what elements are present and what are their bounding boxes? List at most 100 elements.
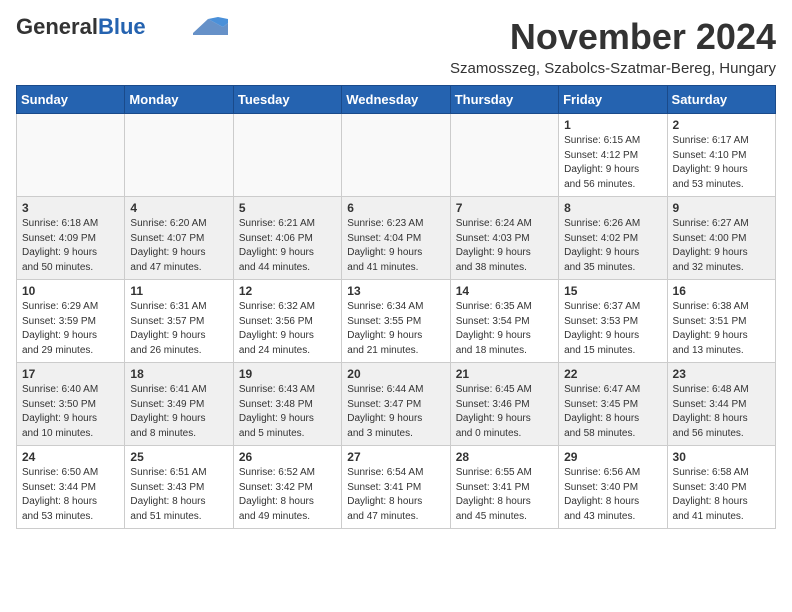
day-number: 14 — [456, 284, 553, 298]
day-number: 25 — [130, 450, 227, 464]
day-number: 29 — [564, 450, 661, 464]
day-info: Sunrise: 6:23 AM Sunset: 4:04 PM Dayligh… — [347, 217, 444, 275]
day-info: Sunrise: 6:26 AM Sunset: 4:02 PM Dayligh… — [564, 217, 661, 275]
day-info: Sunrise: 6:40 AM Sunset: 3:50 PM Dayligh… — [22, 383, 119, 441]
calendar-cell: 19 Sunrise: 6:43 AM Sunset: 3:48 PM Dayli… — [233, 363, 341, 446]
weekday-tuesday: Tuesday — [233, 86, 341, 114]
calendar-cell: 23 Sunrise: 6:48 AM Sunset: 3:44 PM Dayli… — [667, 363, 775, 446]
day-info: Sunrise: 6:18 AM Sunset: 4:09 PM Dayligh… — [22, 217, 119, 275]
calendar-cell: 13Sunrise: 6:34 AM Sunset: 3:55 PM Dayli… — [342, 280, 450, 363]
day-info: Sunrise: 6:38 AM Sunset: 3:51 PM Dayligh… — [673, 300, 770, 358]
day-info: Sunrise: 6:32 AM Sunset: 3:56 PM Dayligh… — [239, 300, 336, 358]
calendar-cell — [125, 114, 233, 197]
day-info: Sunrise: 6:55 AM Sunset: 3:41 PM Dayligh… — [456, 466, 553, 524]
day-number: 12 — [239, 284, 336, 298]
day-number: 1 — [564, 118, 661, 132]
calendar-cell: 12 Sunrise: 6:32 AM Sunset: 3:56 PM Dayli… — [233, 280, 341, 363]
week-row-1: 1 Sunrise: 6:15 AM Sunset: 4:12 PM Daylig… — [17, 114, 776, 197]
week-row-2: 3 Sunrise: 6:18 AM Sunset: 4:09 PM Daylig… — [17, 197, 776, 280]
calendar-cell — [17, 114, 125, 197]
day-info: Sunrise: 6:51 AM Sunset: 3:43 PM Dayligh… — [130, 466, 227, 524]
day-info: Sunrise: 6:45 AM Sunset: 3:46 PM Dayligh… — [456, 383, 553, 441]
logo-icon — [188, 17, 228, 35]
day-number: 24 — [22, 450, 119, 464]
day-info: Sunrise: 6:24 AM Sunset: 4:03 PM Dayligh… — [456, 217, 553, 275]
calendar-cell: 22Sunrise: 6:47 AM Sunset: 3:45 PM Dayli… — [559, 363, 667, 446]
calendar-cell: 11Sunrise: 6:31 AM Sunset: 3:57 PM Dayli… — [125, 280, 233, 363]
day-number: 22 — [564, 367, 661, 381]
day-info: Sunrise: 6:20 AM Sunset: 4:07 PM Dayligh… — [130, 217, 227, 275]
weekday-wednesday: Wednesday — [342, 86, 450, 114]
month-title: November 2024 — [450, 16, 776, 58]
logo-blue: Blue — [98, 14, 146, 39]
day-number: 28 — [456, 450, 553, 464]
weekday-monday: Monday — [125, 86, 233, 114]
day-number: 26 — [239, 450, 336, 464]
day-number: 3 — [22, 201, 119, 215]
logo: GeneralBlue — [16, 16, 228, 38]
day-number: 2 — [673, 118, 770, 132]
calendar-cell: 24 Sunrise: 6:50 AM Sunset: 3:44 PM Dayli… — [17, 446, 125, 529]
calendar-cell: 9Sunrise: 6:27 AM Sunset: 4:00 PM Daylig… — [667, 197, 775, 280]
calendar-cell: 28 Sunrise: 6:55 AM Sunset: 3:41 PM Dayli… — [450, 446, 558, 529]
day-info: Sunrise: 6:43 AM Sunset: 3:48 PM Dayligh… — [239, 383, 336, 441]
day-number: 23 — [673, 367, 770, 381]
day-info: Sunrise: 6:29 AM Sunset: 3:59 PM Dayligh… — [22, 300, 119, 358]
day-info: Sunrise: 6:21 AM Sunset: 4:06 PM Dayligh… — [239, 217, 336, 275]
weekday-header-row: SundayMondayTuesdayWednesdayThursdayFrid… — [17, 86, 776, 114]
day-number: 15 — [564, 284, 661, 298]
page-header: GeneralBlue November 2024 Szamosszeg, Sz… — [16, 16, 776, 77]
day-info: Sunrise: 6:34 AM Sunset: 3:55 PM Dayligh… — [347, 300, 444, 358]
day-info: Sunrise: 6:15 AM Sunset: 4:12 PM Dayligh… — [564, 134, 661, 192]
calendar-cell: 1 Sunrise: 6:15 AM Sunset: 4:12 PM Daylig… — [559, 114, 667, 197]
calendar-cell: 21 Sunrise: 6:45 AM Sunset: 3:46 PM Dayli… — [450, 363, 558, 446]
day-info: Sunrise: 6:48 AM Sunset: 3:44 PM Dayligh… — [673, 383, 770, 441]
calendar-cell: 5 Sunrise: 6:21 AM Sunset: 4:06 PM Daylig… — [233, 197, 341, 280]
calendar-cell: 2 Sunrise: 6:17 AM Sunset: 4:10 PM Daylig… — [667, 114, 775, 197]
day-info: Sunrise: 6:50 AM Sunset: 3:44 PM Dayligh… — [22, 466, 119, 524]
calendar-cell: 29 Sunrise: 6:56 AM Sunset: 3:40 PM Dayli… — [559, 446, 667, 529]
calendar: SundayMondayTuesdayWednesdayThursdayFrid… — [16, 85, 776, 529]
day-number: 7 — [456, 201, 553, 215]
day-number: 21 — [456, 367, 553, 381]
calendar-cell: 17 Sunrise: 6:40 AM Sunset: 3:50 PM Dayli… — [17, 363, 125, 446]
day-number: 30 — [673, 450, 770, 464]
calendar-cell: 25 Sunrise: 6:51 AM Sunset: 3:43 PM Dayli… — [125, 446, 233, 529]
day-number: 5 — [239, 201, 336, 215]
calendar-cell — [342, 114, 450, 197]
calendar-cell: 14 Sunrise: 6:35 AM Sunset: 3:54 PM Dayli… — [450, 280, 558, 363]
day-info: Sunrise: 6:35 AM Sunset: 3:54 PM Dayligh… — [456, 300, 553, 358]
day-info: Sunrise: 6:37 AM Sunset: 3:53 PM Dayligh… — [564, 300, 661, 358]
logo-text: GeneralBlue — [16, 16, 146, 38]
day-info: Sunrise: 6:52 AM Sunset: 3:42 PM Dayligh… — [239, 466, 336, 524]
calendar-cell: 26 Sunrise: 6:52 AM Sunset: 3:42 PM Dayli… — [233, 446, 341, 529]
day-number: 20 — [347, 367, 444, 381]
weekday-thursday: Thursday — [450, 86, 558, 114]
day-info: Sunrise: 6:31 AM Sunset: 3:57 PM Dayligh… — [130, 300, 227, 358]
calendar-cell: 4Sunrise: 6:20 AM Sunset: 4:07 PM Daylig… — [125, 197, 233, 280]
logo-general: General — [16, 14, 98, 39]
calendar-cell: 30 Sunrise: 6:58 AM Sunset: 3:40 PM Dayli… — [667, 446, 775, 529]
calendar-cell: 20Sunrise: 6:44 AM Sunset: 3:47 PM Dayli… — [342, 363, 450, 446]
title-block: November 2024 Szamosszeg, Szabolcs-Szatm… — [450, 16, 776, 77]
calendar-cell: 7 Sunrise: 6:24 AM Sunset: 4:03 PM Daylig… — [450, 197, 558, 280]
calendar-cell — [450, 114, 558, 197]
day-info: Sunrise: 6:58 AM Sunset: 3:40 PM Dayligh… — [673, 466, 770, 524]
calendar-cell: 15 Sunrise: 6:37 AM Sunset: 3:53 PM Dayli… — [559, 280, 667, 363]
day-number: 16 — [673, 284, 770, 298]
day-number: 10 — [22, 284, 119, 298]
week-row-4: 17 Sunrise: 6:40 AM Sunset: 3:50 PM Dayli… — [17, 363, 776, 446]
calendar-cell — [233, 114, 341, 197]
day-number: 19 — [239, 367, 336, 381]
day-number: 17 — [22, 367, 119, 381]
week-row-5: 24 Sunrise: 6:50 AM Sunset: 3:44 PM Dayli… — [17, 446, 776, 529]
calendar-cell: 27Sunrise: 6:54 AM Sunset: 3:41 PM Dayli… — [342, 446, 450, 529]
day-number: 9 — [673, 201, 770, 215]
day-info: Sunrise: 6:56 AM Sunset: 3:40 PM Dayligh… — [564, 466, 661, 524]
day-info: Sunrise: 6:17 AM Sunset: 4:10 PM Dayligh… — [673, 134, 770, 192]
weekday-saturday: Saturday — [667, 86, 775, 114]
calendar-cell: 16 Sunrise: 6:38 AM Sunset: 3:51 PM Dayli… — [667, 280, 775, 363]
location: Szamosszeg, Szabolcs-Szatmar-Bereg, Hung… — [450, 60, 776, 77]
day-number: 27 — [347, 450, 444, 464]
calendar-cell: 10 Sunrise: 6:29 AM Sunset: 3:59 PM Dayli… — [17, 280, 125, 363]
